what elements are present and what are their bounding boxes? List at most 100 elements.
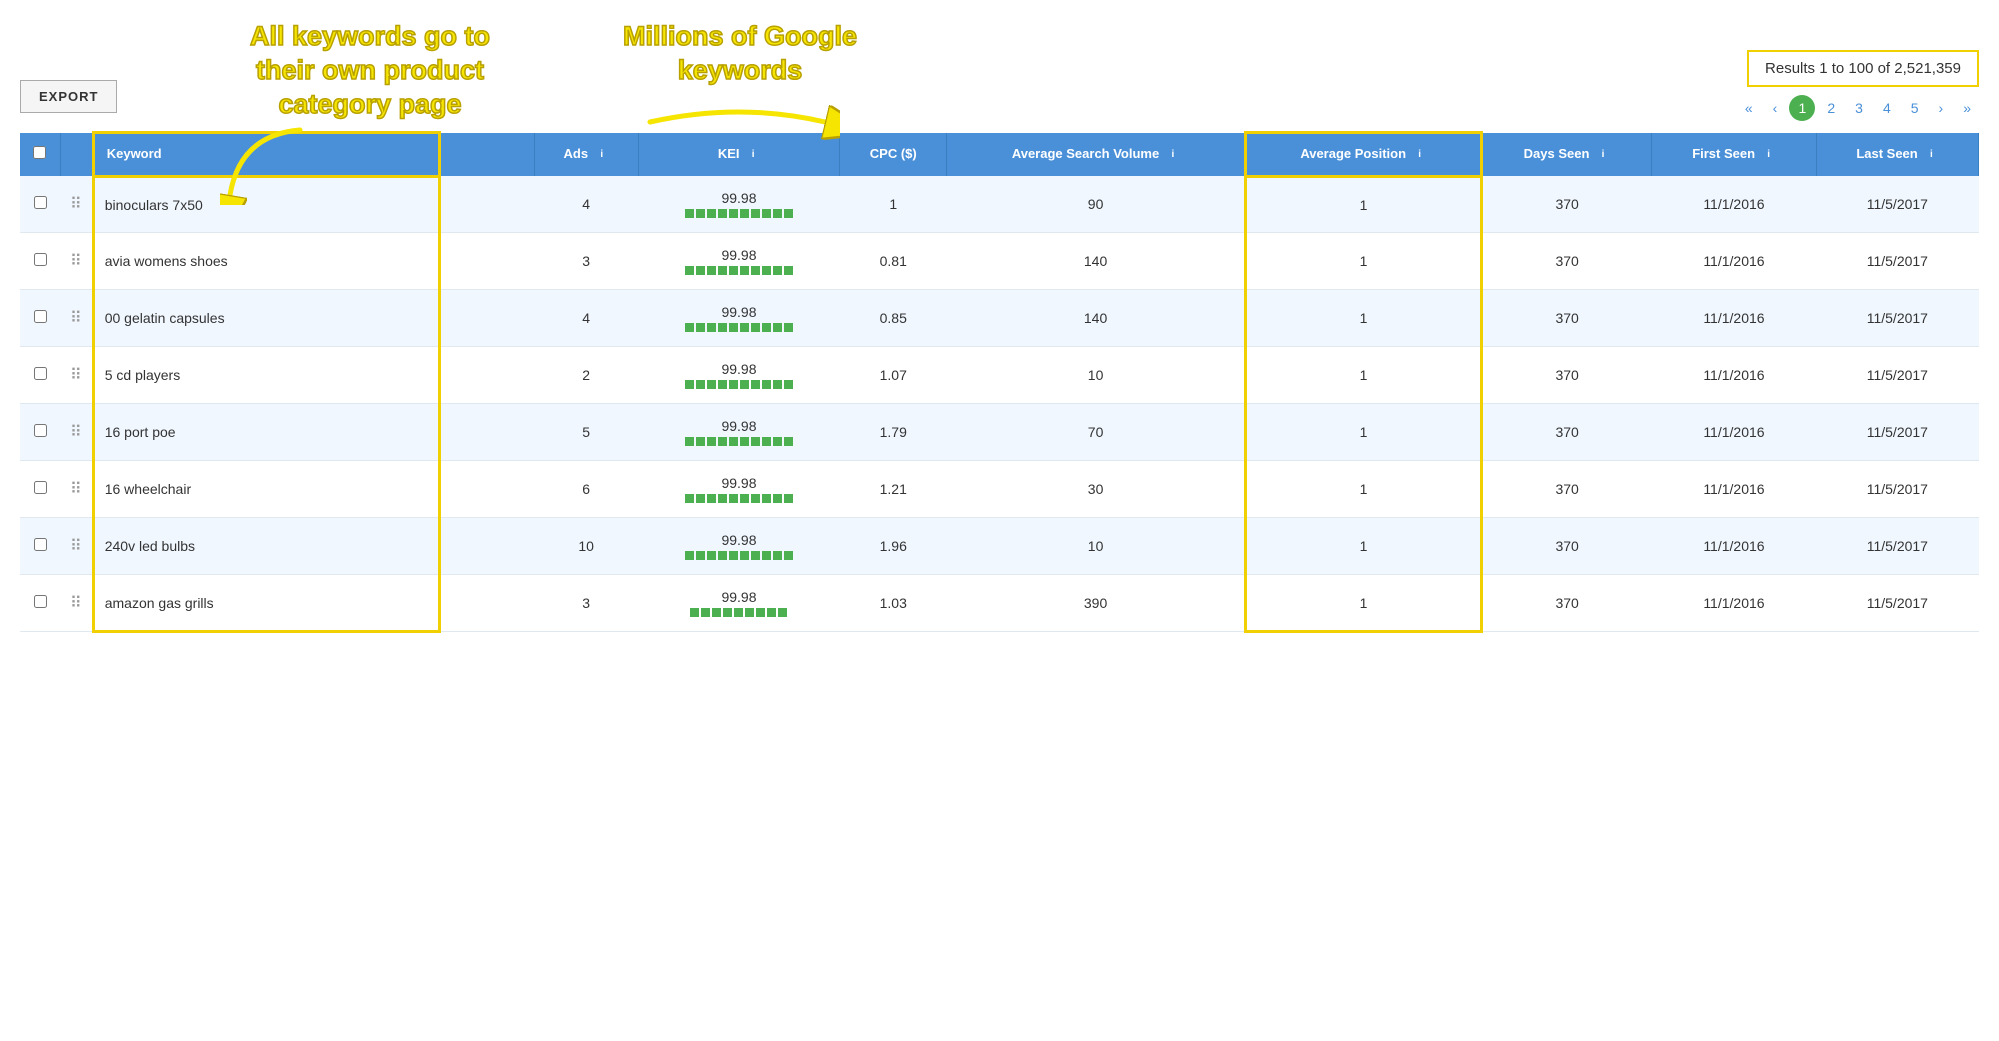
th-avg-search-volume: Average Search Volume i [947,133,1246,177]
page-first-btn[interactable]: « [1737,96,1761,120]
cpc-cell: 1.03 [840,575,947,632]
avg-search-volume-cell: 10 [947,347,1246,404]
kei-bar-segment [762,266,771,275]
page-last-btn[interactable]: » [1955,96,1979,120]
row-checkbox-cell[interactable] [20,290,60,347]
first-seen-cell: 11/1/2016 [1652,347,1817,404]
ads-cell: 2 [534,347,638,404]
kei-bar [685,551,793,560]
annotation-left: All keywords go to their own product cat… [220,20,520,205]
keyword-cell: 00 gelatin capsules [93,290,439,347]
first-seen-cell: 11/1/2016 [1652,233,1817,290]
kei-bar [685,209,793,218]
kei-bar-segment [751,266,760,275]
row-checkbox[interactable] [34,196,47,209]
kei-bar [690,608,787,617]
kei-bar-segment [718,209,727,218]
first-seen-cell: 11/1/2016 [1652,461,1817,518]
drag-icon: ⠿ [70,481,82,498]
kei-bar-segment [707,209,716,218]
arrow-middle-icon [640,92,840,152]
page-4-btn[interactable]: 4 [1875,96,1899,120]
kei-bar-segment [745,608,754,617]
spacer-cell [440,290,534,347]
last-seen-cell: 11/5/2017 [1816,347,1978,404]
row-checkbox[interactable] [34,253,47,266]
days-seen-cell: 370 [1481,461,1652,518]
first-seen-cell: 11/1/2016 [1652,404,1817,461]
kei-bar-segment [740,437,749,446]
page-1-btn[interactable]: 1 [1789,95,1815,121]
kei-bar-segment [707,437,716,446]
row-checkbox-cell[interactable] [20,461,60,518]
row-checkbox-cell[interactable] [20,176,60,233]
days-seen-cell: 370 [1481,404,1652,461]
results-text: Results 1 to 100 of 2,521,359 [1765,60,1961,77]
kei-bar-segment [707,494,716,503]
cpc-cell: 1.79 [840,404,947,461]
kei-bar-segment [696,551,705,560]
ads-cell: 4 [534,176,638,233]
cpc-cell: 0.85 [840,290,947,347]
kei-bar-segment [773,380,782,389]
kei-bar-segment [762,380,771,389]
days-seen-cell: 370 [1481,176,1652,233]
th-checkbox[interactable] [20,133,60,177]
avg-search-volume-cell: 140 [947,233,1246,290]
kei-bar-segment [707,380,716,389]
page-prev-btn[interactable]: ‹ [1765,96,1786,120]
last-seen-cell: 11/5/2017 [1816,176,1978,233]
first-seen-cell: 11/1/2016 [1652,290,1817,347]
kei-bar-segment [712,608,721,617]
row-checkbox-cell[interactable] [20,404,60,461]
ads-cell: 3 [534,233,638,290]
avg-position-cell: 1 [1246,290,1481,347]
row-checkbox-cell[interactable] [20,347,60,404]
row-checkbox-cell[interactable] [20,575,60,632]
kei-bar-segment [729,494,738,503]
kei-bar [685,266,793,275]
row-checkbox-cell[interactable] [20,518,60,575]
row-checkbox-cell[interactable] [20,233,60,290]
page-next-btn[interactable]: › [1931,96,1952,120]
kei-bar-segment [685,494,694,503]
last-seen-cell: 11/5/2017 [1816,404,1978,461]
keyword-cell: avia womens shoes [93,233,439,290]
row-checkbox[interactable] [34,367,47,380]
page-5-btn[interactable]: 5 [1903,96,1927,120]
table-container: Keyword Ads i KEI i CPC ($) Average Sear… [20,131,1979,633]
kei-bar-segment [696,437,705,446]
pagination[interactable]: « ‹ 1 2 3 4 5 › » [1737,95,1979,121]
kei-bar-segment [685,380,694,389]
row-checkbox[interactable] [34,595,47,608]
days-seen-cell: 370 [1481,518,1652,575]
kei-bar-segment [718,323,727,332]
table-row: ⠿ avia womens shoes 3 99.98 0.81 140 1 3… [20,233,1979,290]
select-all-checkbox[interactable] [33,146,46,159]
row-checkbox[interactable] [34,481,47,494]
kei-value-container: 99.98 [648,532,830,560]
export-button[interactable]: EXPORT [20,80,117,113]
page-2-btn[interactable]: 2 [1819,96,1843,120]
kei-cell: 99.98 [638,290,840,347]
kei-cell: 99.98 [638,176,840,233]
last-seen-info-icon: i [1924,148,1938,162]
kei-bar-segment [784,266,793,275]
kei-bar-segment [740,323,749,332]
kei-bar-segment [778,608,787,617]
row-checkbox[interactable] [34,310,47,323]
ads-cell: 4 [534,290,638,347]
th-days-seen: Days Seen i [1481,133,1652,177]
kei-bar-segment [773,437,782,446]
table-body: ⠿ binoculars 7x50 4 99.98 1 90 1 370 11/… [20,176,1979,632]
row-checkbox[interactable] [34,424,47,437]
row-checkbox[interactable] [34,538,47,551]
kei-bar-segment [740,551,749,560]
keyword-header-label: Keyword [107,146,162,161]
page-3-btn[interactable]: 3 [1847,96,1871,120]
kei-value-container: 99.98 [648,475,830,503]
kei-bar [685,494,793,503]
kei-value-container: 99.98 [648,247,830,275]
first-seen-header-label: First Seen [1692,146,1755,161]
kei-bar-segment [773,266,782,275]
